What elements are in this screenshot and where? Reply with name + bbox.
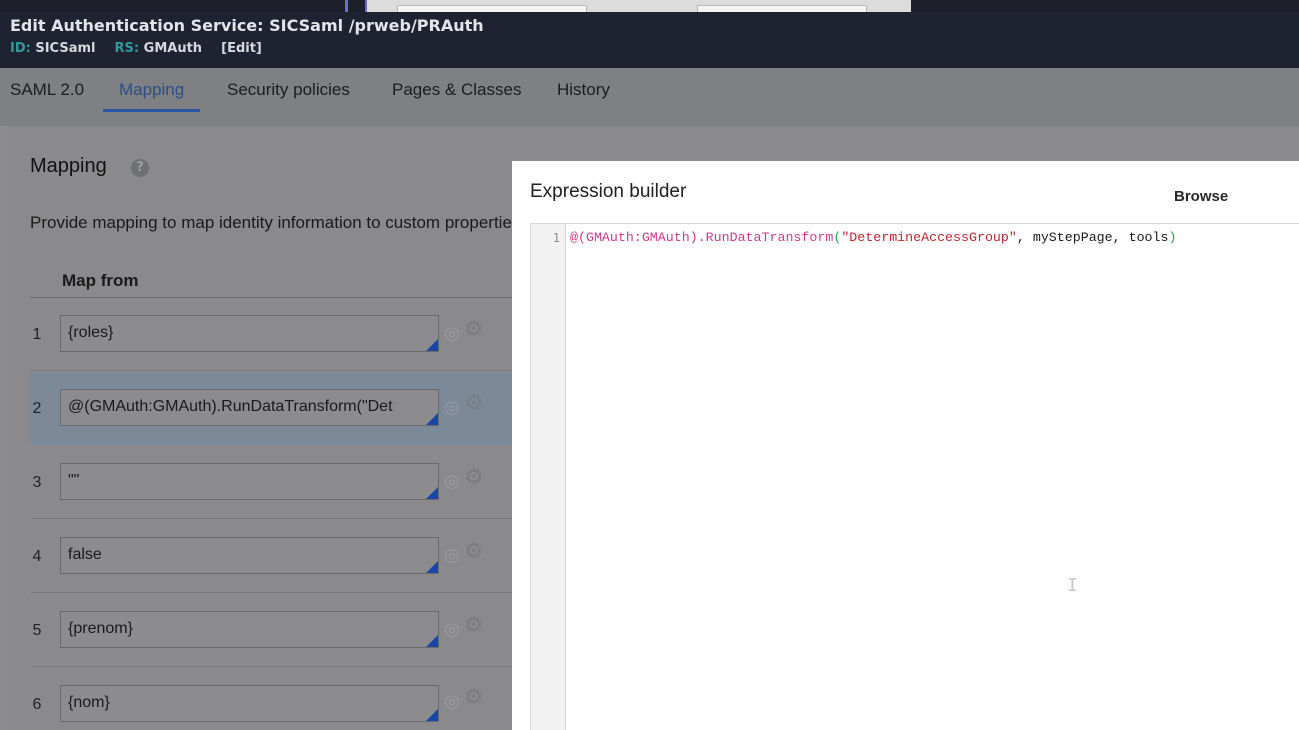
table-row: 4 false ◎ ⚙ bbox=[30, 520, 512, 593]
row-actions: ◎ ⚙ bbox=[444, 318, 504, 348]
target-icon[interactable]: ◎ bbox=[444, 546, 464, 566]
map-from-input[interactable]: {prenom} bbox=[60, 611, 439, 648]
table-row: 6 {nom} ◎ ⚙ bbox=[30, 668, 512, 730]
map-from-value: @(GMAuth:GMAuth).RunDataTransform("Det bbox=[68, 398, 393, 415]
section-title: Mapping bbox=[30, 155, 107, 177]
expand-corner-icon[interactable] bbox=[426, 709, 438, 721]
row-number: 6 bbox=[32, 696, 42, 713]
rule-header: Edit Authentication Service: SICSaml /pr… bbox=[0, 12, 1299, 68]
modal-title: Expression builder bbox=[530, 181, 687, 202]
rs-label: RS: bbox=[114, 41, 140, 56]
row-number: 5 bbox=[32, 622, 42, 639]
tab-pages-classes[interactable]: Pages & Classes bbox=[392, 80, 521, 112]
gear-icon[interactable]: ⚙ bbox=[464, 392, 488, 416]
map-from-value: "" bbox=[68, 472, 80, 489]
expand-corner-icon[interactable] bbox=[426, 561, 438, 573]
row-number: 3 bbox=[32, 474, 42, 491]
map-from-input[interactable]: {roles} bbox=[60, 315, 439, 352]
tab-saml[interactable]: SAML 2.0 bbox=[10, 80, 84, 112]
edit-link[interactable]: [Edit] bbox=[221, 41, 262, 56]
background-window-strip bbox=[0, 0, 1299, 12]
gear-icon[interactable]: ⚙ bbox=[464, 614, 488, 638]
text-cursor-icon: I bbox=[1067, 575, 1078, 596]
row-actions: ◎ ⚙ bbox=[444, 614, 504, 644]
map-from-input[interactable]: {nom} bbox=[60, 685, 439, 722]
row-actions: ◎ ⚙ bbox=[444, 540, 504, 570]
map-from-value: {roles} bbox=[68, 324, 114, 341]
line-gutter: 1 bbox=[531, 224, 566, 730]
gear-icon[interactable]: ⚙ bbox=[464, 540, 488, 564]
id-value: SICSaml bbox=[35, 41, 96, 56]
line-number: 1 bbox=[552, 231, 560, 245]
target-icon[interactable]: ◎ bbox=[444, 324, 464, 344]
map-from-input[interactable]: false bbox=[60, 537, 439, 574]
tab-security-policies[interactable]: Security policies bbox=[227, 80, 350, 112]
gear-icon[interactable]: ⚙ bbox=[464, 318, 488, 342]
code-args-token: , myStepPage, tools bbox=[1016, 230, 1169, 245]
code-string-token: "DetermineAccessGroup" bbox=[841, 230, 1017, 245]
expression-editor[interactable]: 1 @(GMAuth:GMAuth).RunDataTransform("Det… bbox=[530, 223, 1299, 730]
tab-history[interactable]: History bbox=[557, 80, 610, 112]
expand-corner-icon[interactable] bbox=[426, 487, 438, 499]
row-actions: ◎ ⚙ bbox=[444, 392, 504, 422]
gear-icon[interactable]: ⚙ bbox=[464, 466, 488, 490]
map-from-input[interactable]: "" bbox=[60, 463, 439, 500]
gear-icon[interactable]: ⚙ bbox=[464, 686, 488, 710]
background-field bbox=[397, 5, 587, 12]
expression-builder-modal: Expression builder Browse 1 @(GMAuth:GMA… bbox=[512, 161, 1299, 730]
map-from-input[interactable]: @(GMAuth:GMAuth).RunDataTransform("Det bbox=[60, 389, 439, 426]
page-title: Edit Authentication Service: SICSaml /pr… bbox=[10, 16, 484, 35]
help-icon[interactable]: ? bbox=[131, 159, 149, 177]
map-from-value: {prenom} bbox=[68, 620, 133, 637]
window-edge-marker bbox=[345, 0, 348, 12]
table-row: 5 {prenom} ◎ ⚙ bbox=[30, 594, 512, 667]
table-row: 3 "" ◎ ⚙ bbox=[30, 446, 512, 519]
map-from-value: false bbox=[68, 546, 102, 563]
row-actions: ◎ ⚙ bbox=[444, 686, 504, 716]
expand-corner-icon[interactable] bbox=[426, 635, 438, 647]
target-icon[interactable]: ◎ bbox=[444, 620, 464, 640]
column-header-map-from: Map from bbox=[62, 271, 139, 290]
row-actions: ◎ ⚙ bbox=[444, 466, 504, 496]
target-icon[interactable]: ◎ bbox=[444, 692, 464, 712]
browse-button[interactable]: Browse bbox=[1174, 188, 1228, 205]
background-field bbox=[697, 5, 867, 12]
code-close-paren: ) bbox=[1168, 230, 1177, 245]
expression-code[interactable]: @(GMAuth:GMAuth).RunDataTransform("Deter… bbox=[570, 230, 1176, 245]
tab-bar: SAML 2.0 Mapping Security policies Pages… bbox=[0, 68, 1299, 126]
tab-mapping[interactable]: Mapping bbox=[103, 80, 201, 112]
row-number: 4 bbox=[32, 548, 42, 565]
id-label: ID: bbox=[10, 41, 31, 56]
map-from-value: {nom} bbox=[68, 694, 110, 711]
target-icon[interactable]: ◎ bbox=[444, 398, 464, 418]
expand-corner-icon[interactable] bbox=[426, 413, 438, 425]
code-function-token: @(GMAuth:GMAuth).RunDataTransform bbox=[570, 230, 834, 245]
rule-identifiers: ID: SICSaml RS: GMAuth [Edit] bbox=[10, 41, 262, 56]
expand-corner-icon[interactable] bbox=[426, 339, 438, 351]
background-window bbox=[365, 0, 911, 12]
section-description: Provide mapping to map identity informat… bbox=[30, 213, 512, 232]
table-row: 2 @(GMAuth:GMAuth).RunDataTransform("Det… bbox=[30, 372, 512, 445]
rs-value: GMAuth bbox=[143, 41, 203, 56]
row-number: 1 bbox=[32, 326, 42, 343]
target-icon[interactable]: ◎ bbox=[444, 472, 464, 492]
row-number: 2 bbox=[32, 400, 42, 417]
table-row: 1 {roles} ◎ ⚙ bbox=[30, 298, 512, 371]
